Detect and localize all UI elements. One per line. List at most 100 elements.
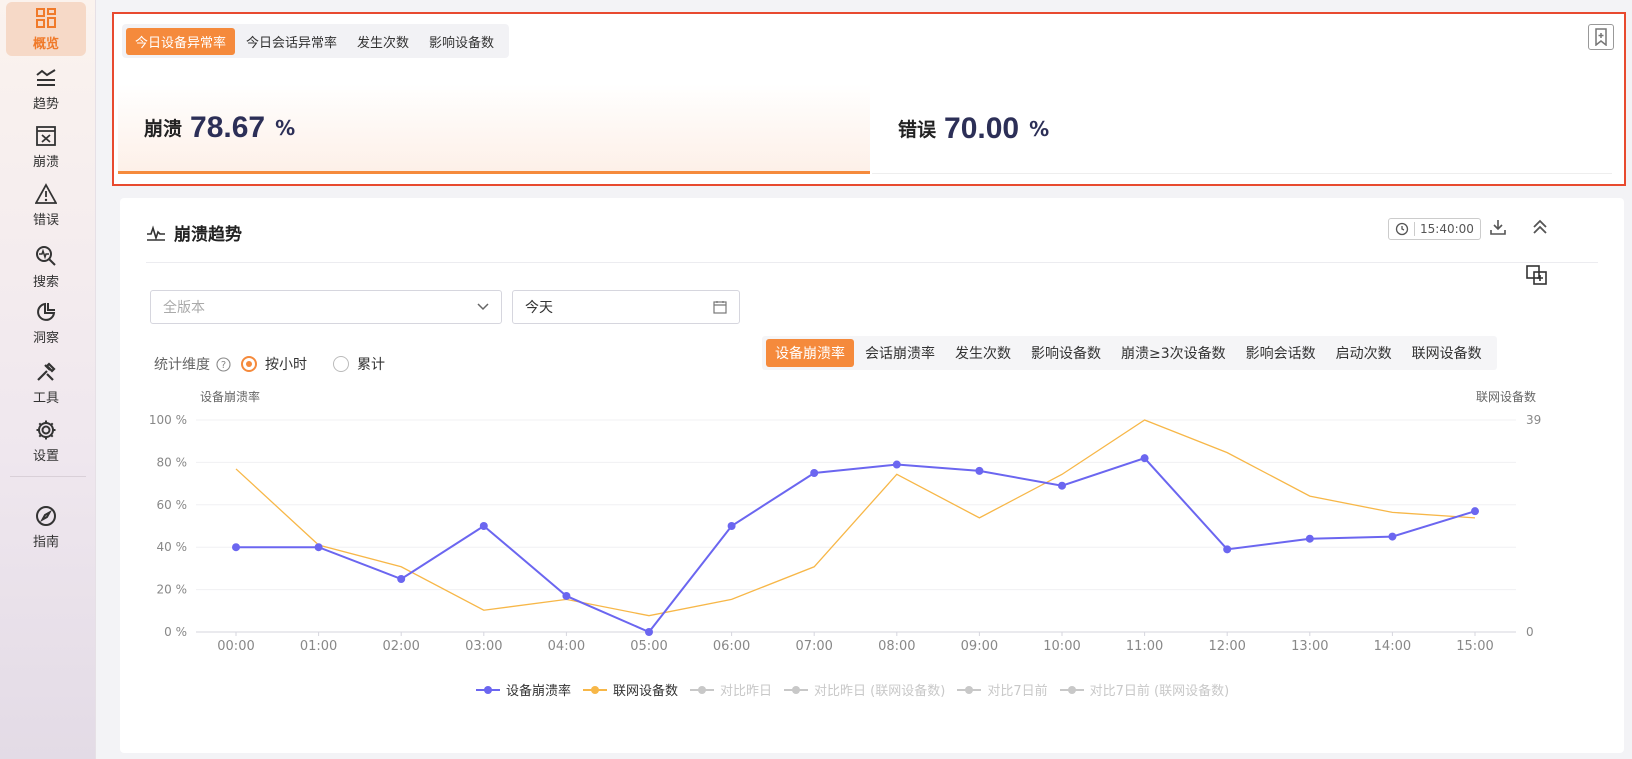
sidebar-item-label: 趋势 [32,97,59,112]
legend-item[interactable]: 对比昨日 [690,680,772,699]
legend-label: 对比7日前 [987,684,1048,699]
tab-session-abnormal-rate[interactable]: 今日会话异常率 [237,28,346,55]
tools-icon [34,360,58,384]
legend-label: 对比昨日 (联网设备数) [814,684,946,699]
tab-affected-devices[interactable]: 影响设备数 [420,28,503,55]
sidebar-item-overview[interactable]: 概览 [6,2,86,56]
trend-icon [34,66,58,90]
data-point [810,469,819,477]
data-point [1471,507,1479,516]
data-point [1223,545,1232,554]
x-tick-label: 01:00 [300,639,337,654]
sidebar: 概览 趋势 崩溃 错误 搜索 洞察 工具 设置 指南 [0,0,96,759]
data-point [645,628,653,636]
data-point [562,591,571,600]
sidebar-item-tools[interactable]: 工具 [6,356,86,410]
sidebar-item-insight[interactable]: 洞察 [6,296,86,350]
crash-trend-card: 崩溃趋势 15:40:00 全版本 今天 统计维度 ? 按小时 累计 设备崩溃率 [120,198,1624,753]
data-point [397,575,406,583]
y-tick-label: 100 % [149,413,187,427]
data-point [479,522,488,530]
series-line-online-devices [235,419,1476,617]
crash-trend-chart: 0 % 20 % 40 % 60 % 80 % 100 % 0 39 设备崩溃率 联网设备数 00:… [149,389,1541,654]
data-point [1305,534,1314,543]
y-tick-label: 40 % [157,540,188,554]
gear-icon [34,418,58,442]
legend-label: 对比昨日 [720,684,773,699]
legend-swatch [476,685,500,695]
sidebar-item-label: 洞察 [32,331,59,346]
series-line-crash-rate [236,457,1476,634]
data-point [314,543,323,552]
legend-label: 对比7日前 (联网设备数) [1089,684,1230,699]
sidebar-item-error[interactable]: 错误 [6,178,86,232]
x-tick-label: 13:00 [1291,639,1328,654]
legend-item[interactable]: 设备崩溃率 [476,680,571,699]
legend-swatch [583,685,608,695]
data-point [727,522,736,530]
y-tick-label: 0 % [164,625,187,639]
metric-value: 78.67 [190,110,266,144]
sidebar-item-settings[interactable]: 设置 [6,414,86,468]
x-tick-label: 15:00 [1456,639,1493,654]
legend-item[interactable]: 对比7日前 (联网设备数) [1059,680,1230,699]
data-point [1058,481,1066,490]
y-right-tick-label: 39 [1526,413,1541,427]
data-point [232,543,240,552]
metric-value: 70.00 [944,111,1020,145]
sidebar-item-label: 搜索 [32,275,59,290]
legend-item[interactable]: 对比昨日 (联网设备数) [784,680,945,699]
y-axis-title-left: 设备崩溃率 [200,389,260,404]
legend-item[interactable]: 联网设备数 [583,680,678,699]
metric-unit: % [1029,116,1050,141]
sidebar-item-guide[interactable]: 指南 [6,500,86,554]
insight-icon [34,300,58,324]
y-axis-title-right: 联网设备数 [1476,389,1536,404]
data-point [975,466,984,475]
search-icon [34,244,58,268]
tab-occurrences[interactable]: 发生次数 [348,28,418,55]
bookmark-button[interactable] [1588,24,1614,50]
legend-item[interactable]: 对比7日前 [957,680,1048,699]
legend-swatch [784,685,809,695]
metric-unit: % [275,115,296,140]
sidebar-item-label: 错误 [32,213,59,228]
sidebar-item-crash[interactable]: 崩溃 [6,120,86,174]
x-tick-label: 06:00 [713,639,750,654]
y-tick-label: 20 % [157,583,188,597]
crash-metric[interactable]: 崩溃 78.67 % [118,84,870,174]
x-tick-label: 05:00 [630,639,667,654]
overview-tabs: 今日设备异常率 今日会话异常率 发生次数 影响设备数 [122,24,510,58]
sidebar-item-search[interactable]: 搜索 [6,240,86,294]
y-tick-label: 60 % [157,498,188,512]
overview-card: 今日设备异常率 今日会话异常率 发生次数 影响设备数 崩溃 78.67 % 错误… [112,12,1626,186]
legend-label: 联网设备数 [613,684,679,699]
dashboard-icon [34,6,58,30]
sidebar-item-label: 崩溃 [32,155,59,170]
legend-swatch [1059,685,1084,695]
x-tick-label: 14:00 [1374,639,1411,654]
x-tick-label: 04:00 [548,639,585,654]
tab-device-abnormal-rate[interactable]: 今日设备异常率 [126,27,236,55]
x-tick-label: 10:00 [1043,639,1080,654]
x-tick-label: 02:00 [382,639,419,654]
y-tick-label: 80 % [157,455,188,469]
x-tick-label: 12:00 [1208,639,1245,654]
x-tick-label: 00:00 [217,639,254,654]
chart-legend: 设备崩溃率 联网设备数 对比昨日 对比昨日 (联网设备数) 对比7日前 对比7日前 (联网… [476,680,1241,699]
x-tick-label: 07:00 [795,639,832,654]
bookmark-icon [1595,28,1607,46]
x-tick-label: 08:00 [878,639,915,654]
crash-icon [34,124,58,148]
legend-swatch [957,685,982,695]
metric-label: 错误 [898,119,937,141]
sidebar-item-trend[interactable]: 趋势 [6,62,86,116]
data-point [1388,532,1397,541]
warning-icon [34,182,58,206]
x-tick-label: 09:00 [961,639,998,654]
y-right-tick-label: 0 [1526,625,1534,639]
error-metric[interactable]: 错误 70.00 % [872,84,1612,174]
data-point [1140,454,1149,463]
sidebar-item-label: 设置 [32,449,59,464]
legend-swatch [690,685,715,695]
